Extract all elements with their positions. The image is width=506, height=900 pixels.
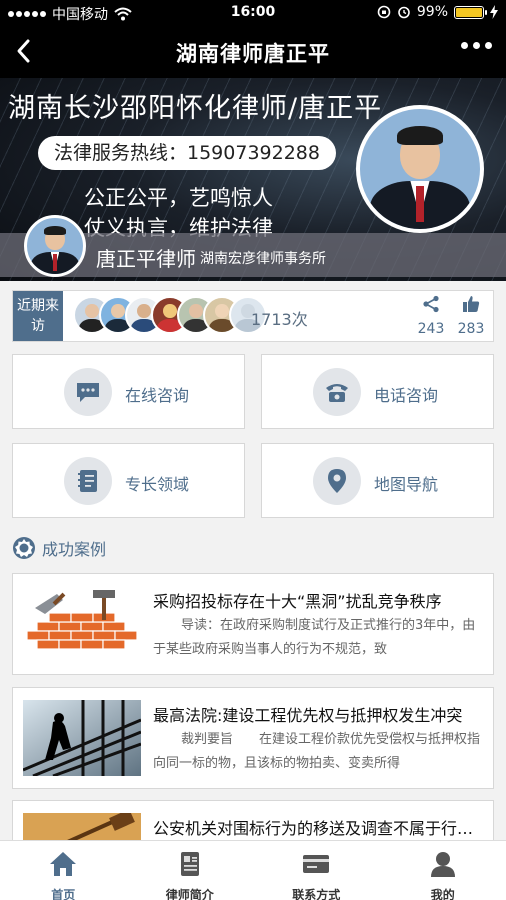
phone-consult-button[interactable]: 电话咨询 [261, 354, 494, 429]
law-firm-name: 湖南宏彦律师事务所 [200, 251, 326, 267]
lawyer-name: 唐正平律师 [96, 247, 196, 271]
case-article-card[interactable]: 最高法院:建设工程优先权与抵押权发生冲突 裁判要旨 在建设工程价款优先受偿权与抵… [12, 687, 494, 789]
profile-document-icon [180, 852, 199, 876]
tab-label: 我的 [430, 888, 455, 900]
telephone-icon [326, 384, 348, 402]
user-icon [430, 852, 455, 877]
expertise-button[interactable]: 专长领域 [12, 443, 245, 518]
tab-contact[interactable]: 联系方式 [253, 841, 380, 900]
share-count: 243 [417, 321, 445, 337]
share-icon [423, 295, 439, 313]
tab-home[interactable]: 首页 [0, 841, 127, 900]
home-icon [50, 852, 77, 876]
page: 中国移动 16:00 99% 湖南律师唐正平 湖南长沙邵阳怀化律师/唐正平 法律… [0, 0, 506, 900]
map-pin-icon [328, 469, 346, 493]
article-summary: 导读：在政府采购制度试行及正式推行的3年中，由于某些政府采购当事人的行为不规范，… [153, 618, 476, 657]
like-stat[interactable]: 283 [451, 295, 491, 337]
battery-icon [454, 5, 487, 19]
recent-visitors-row: 近期来访 1713次 243 283 [12, 290, 494, 342]
success-cases-heading: 成功案例 [12, 535, 106, 561]
navigation-bar: 湖南律师唐正平 [0, 26, 506, 78]
article-title: 公安机关对围标行为的移送及调查不属于行政诉讼 [153, 819, 481, 838]
page-title: 湖南律师唐正平 [176, 42, 330, 66]
section-title: 成功案例 [42, 540, 107, 559]
lawyer-portrait-photo [356, 105, 484, 233]
notebook-icon [78, 470, 97, 492]
badge-icon [13, 537, 35, 559]
brick-wall-thumbnail [23, 586, 141, 662]
more-options-icon[interactable] [461, 42, 492, 49]
article-title: 采购招投标存在十大“黑洞”扰乱竞争秩序 [153, 592, 442, 611]
article-title: 最高法院:建设工程优先权与抵押权发生冲突 [153, 706, 463, 725]
bottom-tab-bar: 首页 律师简介 联系方式 我的 [0, 840, 506, 900]
article-summary: 裁判要旨 在建设工程价款优先受偿权与抵押权指向同一标的物，且该标的物拍卖、变卖所… [153, 732, 481, 771]
rotation-lock-icon [377, 5, 391, 19]
banner-slogan-line1: 公正公平，艺鸣惊人 [84, 186, 273, 210]
online-consult-button[interactable]: 在线咨询 [12, 354, 245, 429]
phone-consult-label: 电话咨询 [374, 386, 439, 405]
alarm-icon [398, 6, 410, 19]
like-count: 283 [457, 321, 485, 337]
map-navigation-button[interactable]: 地图导航 [261, 443, 494, 518]
battery-percent: 99% [416, 4, 448, 20]
tab-lawyer-profile[interactable]: 律师简介 [127, 841, 254, 900]
tab-label: 联系方式 [292, 888, 341, 900]
share-stat[interactable]: 243 [411, 295, 451, 337]
tab-label: 律师简介 [165, 888, 214, 900]
contact-card-icon [303, 855, 330, 873]
case-article-card[interactable]: 采购招投标存在十大“黑洞”扰乱竞争秩序 导读：在政府采购制度试行及正式推行的3年… [12, 573, 494, 675]
expertise-label: 专长领域 [125, 475, 190, 494]
recent-visits-tag: 近期来访 [13, 291, 63, 341]
visit-count: 1713次 [251, 310, 308, 329]
construction-site-thumbnail [23, 700, 141, 776]
banner-headline: 湖南长沙邵阳怀化律师/唐正平 [8, 93, 383, 124]
profile-banner: 湖南长沙邵阳怀化律师/唐正平 法律服务热线：15907392288 公正公平，艺… [0, 78, 506, 281]
tab-mine[interactable]: 我的 [380, 841, 506, 900]
chat-bubble-icon [77, 383, 99, 402]
status-bar: 中国移动 16:00 99% [0, 0, 506, 26]
online-consult-label: 在线咨询 [125, 386, 190, 405]
map-navigation-label: 地图导航 [374, 475, 439, 494]
tab-label: 首页 [51, 888, 76, 900]
lawyer-avatar[interactable] [24, 215, 86, 277]
hotline-pill[interactable]: 法律服务热线：15907392288 [38, 136, 336, 170]
charging-icon [490, 5, 498, 19]
thumbs-up-icon [463, 296, 480, 312]
